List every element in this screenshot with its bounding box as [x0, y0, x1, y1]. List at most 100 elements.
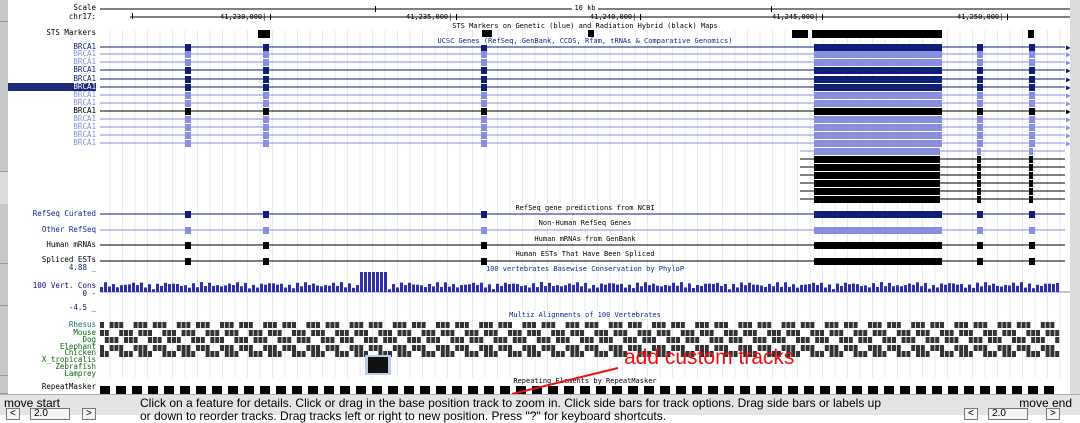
conservation-bar [784, 282, 787, 292]
alignment-block [973, 322, 978, 328]
repeat-element [532, 386, 542, 394]
move-start-right-button[interactable]: > [82, 408, 96, 420]
move-start-left-button[interactable]: < [6, 408, 20, 420]
alignment-block [383, 337, 388, 343]
gene-exon [481, 59, 487, 66]
track-side-bar[interactable] [0, 0, 8, 22]
summary-exon [481, 211, 487, 218]
other-refseq-label[interactable]: Other RefSeq [8, 226, 96, 234]
conservation-bar [732, 283, 735, 292]
alignment-block [925, 351, 930, 357]
alignment-block [205, 330, 210, 336]
chrom-label[interactable]: chr17: [8, 13, 96, 21]
alignment-block [930, 337, 935, 343]
gene-exon [1029, 156, 1033, 163]
move-end-left-button[interactable]: < [964, 408, 978, 420]
move-end-step-input[interactable]: 2.0 [988, 408, 1028, 420]
alignment-block [325, 322, 330, 328]
species-label[interactable]: Lamprey [8, 370, 96, 378]
repeatmasker-label[interactable]: RepeatMasker [8, 383, 96, 391]
alignment-block [652, 322, 656, 328]
human-mrnas-label[interactable]: Human mRNAs [8, 241, 96, 249]
alignment-block [244, 345, 248, 351]
gene-exon [481, 124, 487, 131]
move-end-right-button[interactable]: > [1046, 408, 1060, 420]
summary-exon [185, 242, 191, 249]
alignment-block [143, 330, 148, 336]
gene-label-brca1[interactable]: BRCA1 [8, 139, 96, 147]
track-side-bar[interactable] [0, 264, 8, 306]
alignment-block [805, 345, 810, 351]
alignment-block [364, 337, 368, 343]
conservation-bar [696, 284, 699, 292]
alignment-block [844, 345, 848, 351]
gene-exon [263, 84, 269, 91]
alignment-block [493, 337, 498, 343]
alignment-block [848, 322, 853, 328]
alignment-block [378, 330, 383, 336]
alignment-block [527, 345, 532, 351]
conservation-bar [992, 283, 995, 292]
conservation-bar [672, 282, 675, 292]
alignment-block [700, 330, 704, 336]
alignment-block [320, 351, 325, 357]
alignment-block [719, 337, 724, 343]
alignment-block [858, 351, 863, 357]
genome-browser-image[interactable]: Scale chr17: STS Markers BRCA1 BRCA1 BRCA1… [0, 0, 1080, 394]
track-side-bar[interactable] [0, 376, 8, 394]
alignment-block [656, 322, 661, 328]
move-start-step-input[interactable]: 2.0 [30, 408, 70, 420]
alignment-block [248, 351, 253, 357]
alignment-block [959, 322, 964, 328]
alignment-block [335, 322, 340, 328]
alignment-block [810, 345, 815, 351]
alignment-block [978, 337, 983, 343]
conservation-bar [192, 283, 195, 292]
alignment-block [632, 322, 637, 328]
conservation-bar [772, 286, 775, 292]
gene-label-brca1[interactable]: BRCA1 [8, 66, 96, 74]
gene-exon [977, 180, 981, 187]
alignment-block [503, 337, 508, 343]
refseq-curated-label[interactable]: RefSeq Curated [8, 210, 96, 218]
alignment-block [143, 345, 148, 351]
alignment-block [397, 330, 402, 336]
track-area[interactable]: ▶ ▶ ▶ ▶ ▶ ▶ ▶ ▶ ▶ ▶ ▶ ▶ ▶ 10 kb 41,230,000| 41,235,00… [100, 0, 1070, 394]
alignment-block [378, 345, 383, 351]
alignment-block [1026, 322, 1031, 328]
alignment-block [292, 345, 296, 351]
right-track-gutter[interactable] [1070, 0, 1080, 394]
gene-large-exon [814, 100, 942, 107]
alignment-block [820, 351, 824, 357]
alignment-block [440, 322, 445, 328]
conservation-bar [312, 283, 315, 292]
conservation-bar [684, 287, 687, 292]
conservation-track-title: 100 vertebrates Basewise Conservation by… [483, 265, 687, 273]
track-side-bar[interactable] [0, 22, 8, 172]
alignment-block [1031, 351, 1036, 357]
alignment-block [210, 337, 215, 343]
gene-exon [1029, 132, 1035, 139]
summary-exon [481, 227, 487, 234]
alignment-block [306, 337, 311, 343]
gene-exon [977, 59, 983, 66]
gene-exon [263, 44, 269, 51]
alignment-block [1002, 322, 1007, 328]
conservation-bar [492, 289, 495, 292]
alignment-block [858, 337, 863, 343]
alignment-block [119, 322, 124, 328]
alignment-block [892, 322, 896, 328]
gene-large-exon [814, 132, 942, 139]
track-side-bar[interactable] [0, 204, 8, 264]
alignment-block [215, 351, 220, 357]
alignment-block [1050, 351, 1055, 357]
conservation-bar [692, 288, 695, 292]
alignment-block [220, 322, 224, 328]
alignment-block [589, 345, 594, 351]
track-graphics[interactable]: ▶▶▶▶▶▶▶▶▶▶▶▶▶ [100, 0, 1070, 394]
conservation-bar [976, 282, 979, 292]
alignment-block [546, 322, 551, 328]
track-side-bar[interactable] [0, 306, 8, 376]
sts-markers-label[interactable]: STS Markers [8, 29, 96, 37]
alignment-block [916, 345, 920, 351]
